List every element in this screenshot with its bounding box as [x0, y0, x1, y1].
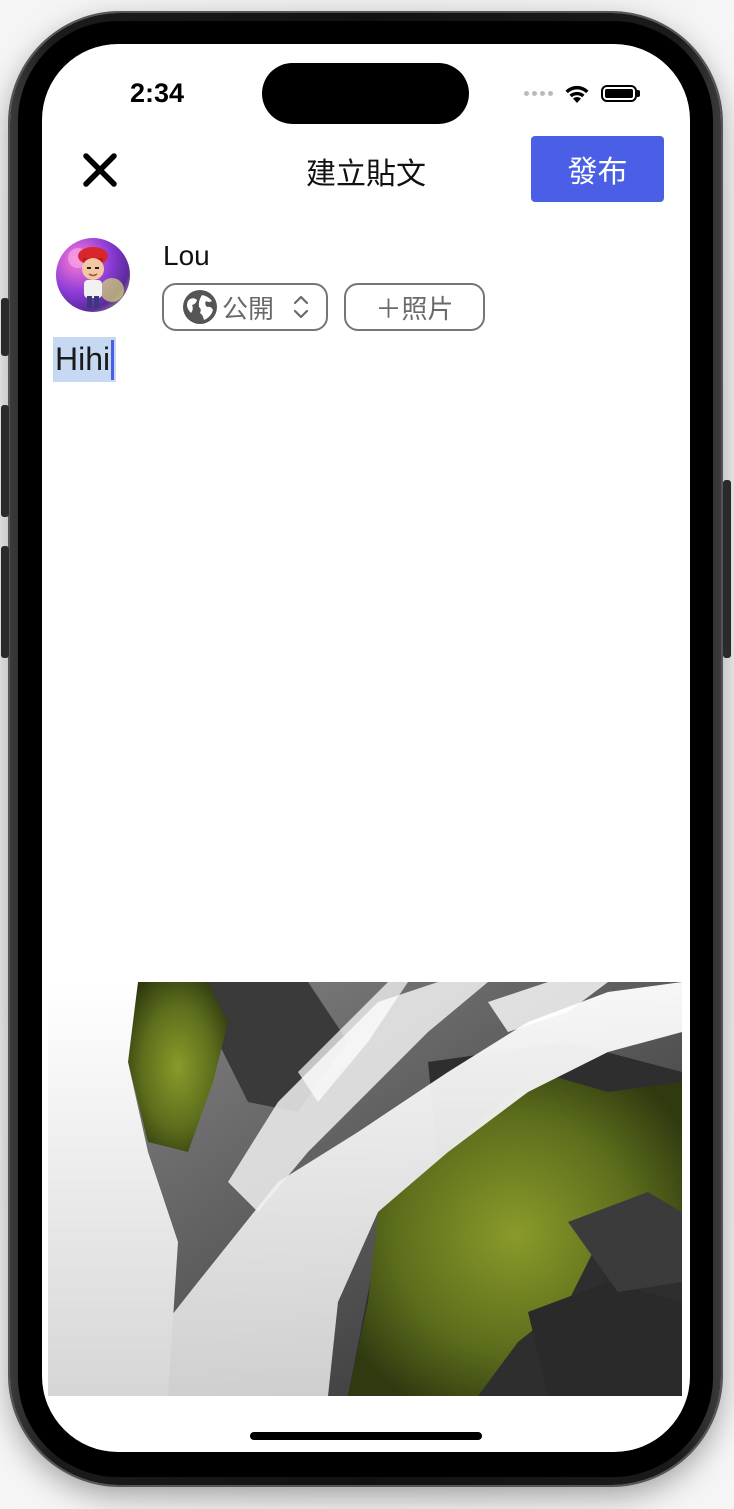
globe-icon	[183, 290, 217, 324]
power-button	[723, 480, 731, 658]
volume-down-button	[1, 546, 9, 658]
battery-icon	[601, 84, 640, 102]
post-text: Hihi	[55, 341, 111, 377]
signal-icon	[524, 90, 553, 96]
screen: 2:34 建立貼文 發布 Lou 公開 ＋照片 Hihi	[42, 44, 690, 1452]
attached-photo	[48, 982, 682, 1396]
avatar	[56, 238, 130, 312]
chevron-up-down-icon	[293, 295, 309, 319]
volume-up-button	[1, 405, 9, 517]
wifi-icon	[565, 85, 589, 103]
status-indicators	[524, 80, 640, 106]
add-photo-label: ＋照片	[375, 294, 454, 325]
avatar-image	[68, 247, 124, 308]
status-time: 2:34	[130, 78, 185, 108]
dynamic-island	[262, 63, 469, 124]
publish-button[interactable]: 發布	[531, 136, 664, 202]
user-name: Lou	[163, 240, 210, 271]
home-indicator	[250, 1432, 482, 1440]
add-photo-button[interactable]: ＋照片	[344, 283, 485, 331]
waterfall-image	[48, 982, 682, 1396]
text-cursor	[111, 339, 115, 380]
privacy-selector[interactable]: 公開	[162, 283, 328, 331]
privacy-label: 公開	[222, 294, 275, 325]
mute-switch	[1, 298, 9, 356]
post-text-input[interactable]: Hihi	[53, 337, 117, 382]
